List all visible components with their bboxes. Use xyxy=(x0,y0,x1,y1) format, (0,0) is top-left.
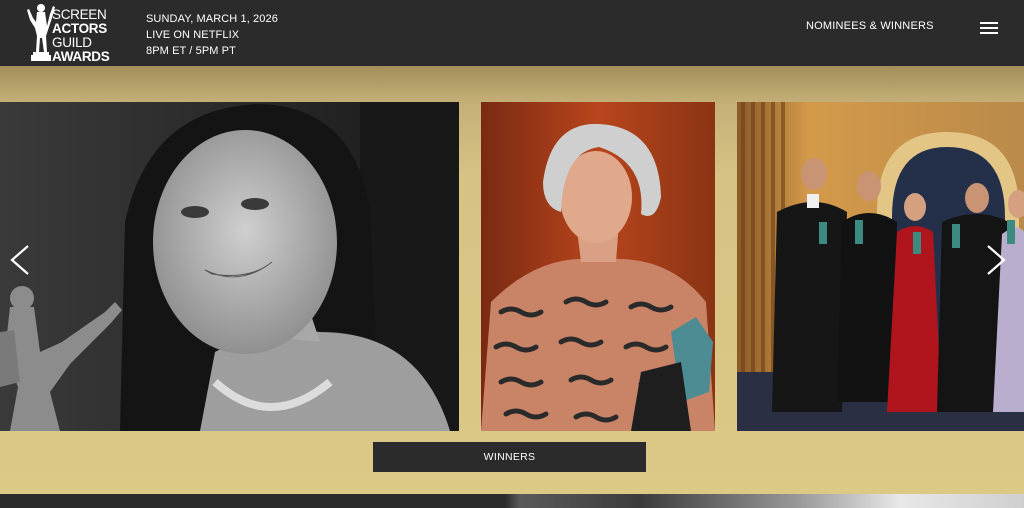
carousel-slide-3[interactable] xyxy=(737,102,1024,431)
event-time: 8PM ET / 5PM PT xyxy=(146,45,236,57)
site-header: SCREEN ACTORS GUILD AWARDS SUNDAY, MARCH… xyxy=(0,0,1024,66)
event-date: SUNDAY, MARCH 1, 2026 xyxy=(146,13,278,25)
carousel-slide-2[interactable] xyxy=(481,102,715,431)
event-broadcast: LIVE ON NETFLIX xyxy=(146,29,240,41)
logo-line-2: ACTORS xyxy=(52,21,107,36)
logo-line-3: GUILD xyxy=(52,35,92,50)
hamburger-menu-icon[interactable] xyxy=(980,22,1000,38)
carousel-slide-1[interactable] xyxy=(0,102,459,431)
carousel-next-button[interactable] xyxy=(982,240,1010,280)
sag-awards-logo[interactable]: SCREEN ACTORS GUILD AWARDS xyxy=(26,2,122,64)
chevron-right-icon xyxy=(987,245,1006,275)
portrait-bw-image xyxy=(0,102,459,431)
group-photo-image xyxy=(737,102,1024,431)
logo-wordmark: SCREEN ACTORS GUILD AWARDS xyxy=(52,7,110,64)
nav-nominees-winners[interactable]: NOMINEES & WINNERS xyxy=(806,20,934,32)
portrait-color-image xyxy=(481,102,715,431)
logo-line-4: AWARDS xyxy=(52,49,110,64)
logo-line-1: SCREEN xyxy=(52,7,107,22)
event-info: SUNDAY, MARCH 1, 2026 LIVE ON NETFLIX 8P… xyxy=(146,11,278,59)
next-section-preview xyxy=(0,494,1024,508)
chevron-left-icon xyxy=(10,245,29,275)
winners-button[interactable]: WINNERS xyxy=(373,442,646,472)
carousel-prev-button[interactable] xyxy=(6,240,34,280)
